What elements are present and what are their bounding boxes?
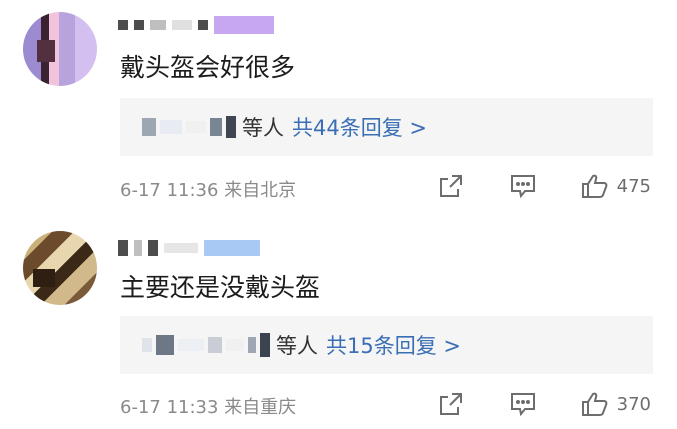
mosaic-block [134, 240, 142, 256]
mosaic-block [164, 243, 198, 253]
mosaic-block [226, 116, 236, 138]
mosaic-block [142, 118, 156, 136]
comment-item: 主要还是没戴头盔 等人 共15条回复 > 6-17 11:33 来自重庆 370 [0, 215, 677, 429]
mosaic-block [160, 120, 182, 134]
avatar[interactable] [23, 231, 97, 305]
comment-text: 戴头盔会好很多 [120, 53, 296, 82]
reply-count-link[interactable]: 共44条回复 > [292, 112, 427, 142]
username-blurred[interactable] [118, 237, 260, 259]
like-count: 475 [616, 175, 651, 197]
share-icon[interactable] [437, 390, 465, 418]
mosaic-block [226, 339, 244, 351]
thumbs-up-icon[interactable] [581, 390, 609, 418]
mosaic-block [248, 337, 256, 353]
mosaic-block [260, 333, 270, 357]
comment-meta: 6-17 11:36 来自北京 [120, 180, 297, 201]
share-icon[interactable] [437, 172, 465, 200]
reply-names-blurred [142, 333, 270, 357]
mosaic-block [172, 20, 192, 30]
reply-names-suffix: 等人 [242, 116, 284, 140]
reply-summary[interactable]: 等人 共15条回复 > [120, 316, 653, 374]
mosaic-block [214, 16, 274, 34]
mosaic-block [148, 240, 158, 256]
mosaic-block [134, 20, 144, 30]
thumbs-up-icon[interactable] [581, 172, 609, 200]
comment-item: 戴头盔会好很多 等人 共44条回复 > 6-17 11:36 来自北京 475 [0, 0, 677, 215]
avatar[interactable] [23, 12, 97, 86]
mosaic-block [204, 240, 260, 256]
like-count: 370 [616, 393, 651, 415]
comment-text: 主要还是没戴头盔 [120, 273, 321, 302]
mosaic-block [118, 240, 128, 256]
mosaic-block [178, 339, 204, 351]
reply-names-blurred [142, 116, 236, 138]
mosaic-block [156, 335, 174, 355]
comment-icon[interactable] [509, 390, 537, 418]
mosaic-block [186, 121, 206, 133]
mosaic-block [142, 338, 152, 352]
mosaic-block [118, 20, 128, 30]
reply-count-link[interactable]: 共15条回复 > [326, 330, 461, 360]
comment-icon[interactable] [509, 172, 537, 200]
reply-names-suffix: 等人 [276, 334, 318, 358]
comment-actions: 370 [437, 390, 651, 418]
comment-meta: 6-17 11:33 来自重庆 [120, 397, 297, 418]
mosaic-block [198, 20, 208, 30]
mosaic-block [208, 337, 222, 353]
mosaic-block [210, 118, 222, 136]
username-blurred[interactable] [118, 14, 274, 36]
comment-actions: 475 [437, 172, 651, 200]
mosaic-block [150, 20, 166, 30]
reply-summary[interactable]: 等人 共44条回复 > [120, 98, 653, 156]
